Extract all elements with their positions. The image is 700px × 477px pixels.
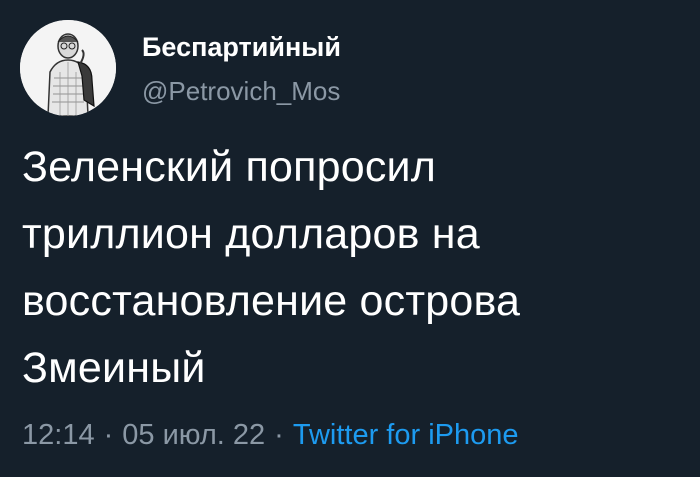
user-handle[interactable]: @Petrovich_Mos [142, 74, 341, 108]
tweet-date[interactable]: 05 июл. 22 [122, 419, 265, 451]
user-names: Беспартийный @Petrovich_Mos [142, 28, 341, 108]
tweet-time[interactable]: 12:14 [22, 419, 95, 451]
tweet-text: Зеленский попросил триллион долларов на … [22, 134, 682, 402]
meta-separator: · [103, 419, 114, 451]
avatar-sketch-icon [20, 20, 116, 116]
tweet-text-line: триллион долларов на [22, 210, 480, 258]
tweet-header: Беспартийный @Petrovich_Mos [20, 20, 341, 116]
meta-separator: · [274, 419, 284, 451]
avatar[interactable] [20, 20, 116, 116]
tweet-source-link[interactable]: Twitter for iPhone [293, 419, 519, 451]
tweet-text-line: Зеленский попросил [22, 143, 437, 191]
display-name[interactable]: Беспартийный [142, 30, 341, 64]
tweet-card: Беспартийный @Petrovich_Mos Зеленский по… [0, 0, 700, 477]
tweet-meta: 12:14 · 05 июл. 22 · Twitter for iPhone [22, 415, 519, 455]
tweet-text-line: восстановление острова [22, 277, 521, 325]
tweet-text-line: Змеиный [22, 344, 206, 392]
